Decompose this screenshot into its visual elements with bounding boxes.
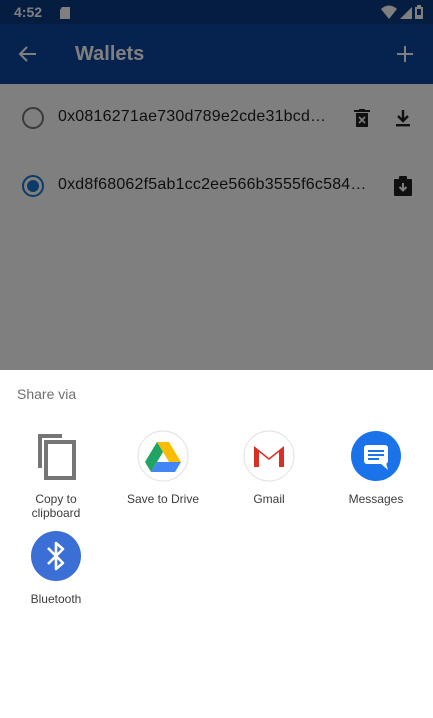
google-drive-icon [137,430,189,482]
share-target-label: Copy to clipboard [2,492,110,520]
gmail-icon [243,430,295,482]
share-target-label: Gmail [253,492,285,506]
messages-icon [350,430,402,482]
share-target-label-line: Copy to [35,492,77,506]
share-target-label: Bluetooth [30,592,82,606]
share-target-bluetooth[interactable]: Bluetooth [2,530,110,606]
share-target-copy-clipboard[interactable]: Copy to clipboard [2,430,110,520]
share-target-label-line: clipboard [31,506,81,520]
share-sheet: Share via Copy to clipboard Save to Driv… [0,370,433,718]
share-target-messages[interactable]: Messages [322,430,430,506]
copy-icon [30,430,82,482]
share-target-label: Save to Drive [126,492,200,506]
share-target-label: Messages [348,492,404,506]
share-target-save-to-drive[interactable]: Save to Drive [109,430,217,506]
share-sheet-title: Share via [17,386,77,402]
share-target-gmail[interactable]: Gmail [215,430,323,506]
bluetooth-icon [30,530,82,582]
